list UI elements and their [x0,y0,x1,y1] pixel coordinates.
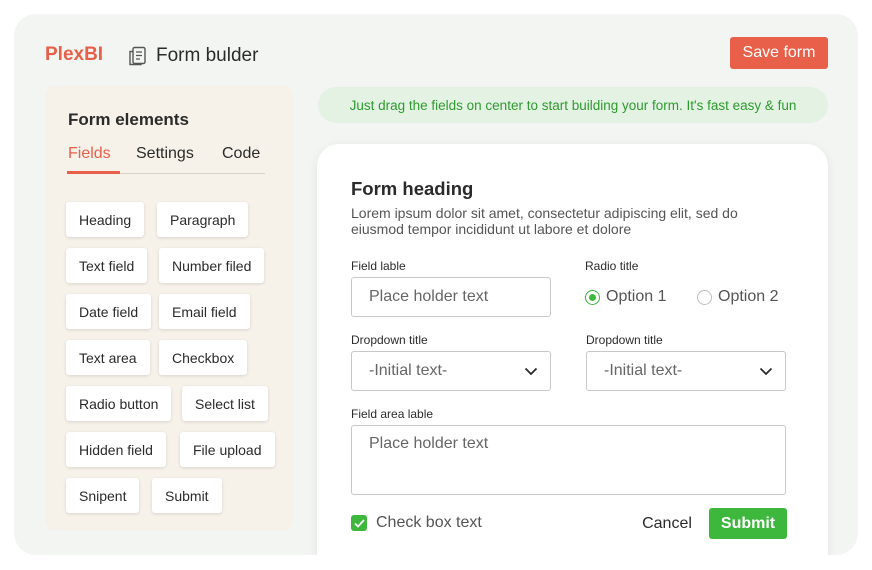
element-heading[interactable]: Heading [66,202,145,237]
element-paragraph[interactable]: Paragraph [157,202,249,237]
radio-unselected-icon [697,289,712,305]
dropdown-2[interactable]: -Initial text- [586,351,786,391]
form-elements-panel: Form elements Fields Settings Code Headi… [45,86,293,530]
element-text-area[interactable]: Text area [66,340,150,375]
radio-option-1-label: Option 1 [606,288,667,305]
element-radio-button[interactable]: Radio button [66,386,172,421]
textarea-input[interactable]: Place holder text [351,425,786,495]
element-text-field[interactable]: Text field [66,248,148,283]
textarea-placeholder: Place holder text [369,435,489,452]
app-window: PlexBI Form bulder Save form Form elemen… [14,14,858,555]
element-number-field[interactable]: Number filed [159,248,265,283]
radio-option-1[interactable]: Option 1 [585,288,666,306]
element-date-field[interactable]: Date field [66,294,152,329]
tab-fields[interactable]: Fields [68,145,111,163]
field-label: Field lable [351,259,406,273]
dropdown-2-title: Dropdown title [586,333,663,347]
text-input-placeholder: Place holder text [369,288,489,305]
element-hidden-field[interactable]: Hidden field [66,432,166,467]
dropdown-1[interactable]: -Initial text- [351,351,551,391]
form-heading: Form heading [351,178,474,199]
panel-title: Form elements [68,110,189,129]
submit-button[interactable]: Submit [709,508,787,539]
dropdown-1-value: -Initial text- [369,362,448,379]
info-banner: Just drag the fields on center to start … [318,87,828,123]
page-title: Form bulder [156,45,259,66]
field-area-label: Field area lable [351,407,434,421]
document-icon [129,46,146,66]
radio-option-2-label: Option 2 [718,288,779,305]
radio-selected-icon [585,289,600,305]
form-description: Lorem ipsum dolor sit amet, consectetur … [351,205,738,237]
dropdown-2-value: -Initial text- [604,362,683,379]
text-input[interactable]: Place holder text [351,277,551,317]
checkbox[interactable]: Check box text [351,514,482,532]
brand-logo: PlexBI [45,44,104,65]
element-submit[interactable]: Submit [152,478,222,513]
checkbox-label: Check box text [376,514,482,531]
cancel-button[interactable]: Cancel [637,508,697,539]
tab-settings[interactable]: Settings [136,145,194,163]
page-title-group: Form bulder [126,44,258,68]
active-tab-indicator [67,171,120,174]
checkmark-icon [351,515,367,531]
element-checkbox[interactable]: Checkbox [159,340,248,375]
form-canvas: Form heading Lorem ipsum dolor sit amet,… [317,144,828,555]
dropdown-1-title: Dropdown title [351,333,428,347]
chevron-down-icon [524,367,538,375]
panel-tabs: Fields Settings Code [67,142,265,174]
tab-code[interactable]: Code [222,145,260,163]
element-snipent[interactable]: Snipent [66,478,140,513]
element-select-list[interactable]: Select list [182,386,268,421]
chevron-down-icon [759,367,773,375]
radio-title: Radio title [585,259,639,273]
save-form-button[interactable]: Save form [730,37,828,69]
radio-option-2[interactable]: Option 2 [697,288,778,306]
element-email-field[interactable]: Email field [159,294,250,329]
element-file-upload[interactable]: File upload [180,432,275,467]
